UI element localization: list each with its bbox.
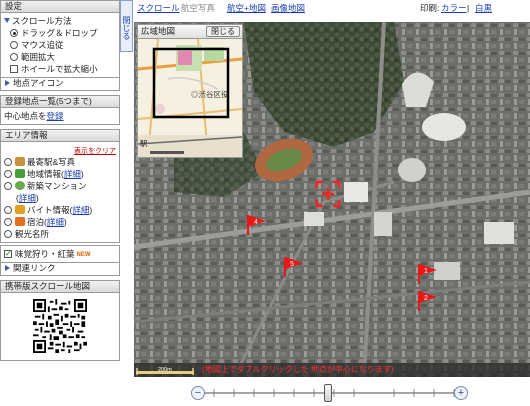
scroll-method-label: スクロール方法 <box>12 16 72 26</box>
mobile-map-header: 携帯版スクロール地図 <box>0 280 120 293</box>
map-marker-4[interactable]: 4 <box>246 213 268 237</box>
zoom-out-button[interactable]: − <box>191 386 205 400</box>
area-item-region[interactable]: 地域情報(詳細) <box>4 168 116 180</box>
registered-box: 中心地点を登録 <box>0 108 120 125</box>
radio-icon[interactable] <box>4 206 12 214</box>
image-map-mode-link[interactable]: 画像地図 <box>271 1 305 15</box>
detail-link[interactable]: 詳細 <box>47 217 64 227</box>
scale-bar-icon: 200m <box>136 367 194 375</box>
zoom-thumb[interactable] <box>324 384 332 402</box>
area-info-box: 表示をクリア 最寄駅&写真 地域情報(詳細) 新築マンション (詳細) バイト情… <box>0 142 120 243</box>
detail-link[interactable]: 詳細 <box>64 169 81 179</box>
map-marker-2[interactable]: 2 <box>417 289 439 313</box>
center-crosshair-icon <box>315 180 341 208</box>
detail-link[interactable]: 詳細 <box>19 193 36 203</box>
radio-icon[interactable] <box>10 29 18 37</box>
radio-icon[interactable] <box>4 182 12 190</box>
marker-number: 4 <box>254 219 258 226</box>
collapse-triangle-icon[interactable] <box>4 18 10 23</box>
region-icon <box>15 169 25 178</box>
new-badge: NEW <box>76 252 91 258</box>
radio-icon[interactable] <box>10 53 18 61</box>
zoom-bar: − + <box>134 380 530 406</box>
marker-number: 2 <box>424 295 428 302</box>
qr-code-icon <box>33 299 87 353</box>
radio-icon[interactable] <box>4 170 12 178</box>
related-links-section[interactable]: 関連リンク <box>0 263 120 276</box>
map-bottom-strip: 200m (地図上でダブルクリックした 地点が中心になります) <box>134 363 530 377</box>
marker-number: 5 <box>290 261 294 268</box>
scroll-option-drag[interactable]: ドラッグ＆ドロップ <box>4 27 116 39</box>
settings-box: スクロール方法 ドラッグ＆ドロップ マウス追従 範囲拡大 ホイールで拡大縮小 <box>0 13 120 78</box>
print-color-link[interactable]: カラー <box>441 1 467 15</box>
settings-header: 設定 <box>0 0 120 13</box>
overview-school-label: ◎渋谷区役 <box>191 89 229 99</box>
overview-map-window[interactable]: 広域地図 閉じる ◎渋谷区役 駅 <box>137 24 243 158</box>
autumn-box: 味覚狩り・紅葉NEW <box>0 245 120 263</box>
zoom-in-button[interactable]: + <box>454 386 468 400</box>
collapse-panel-tab[interactable]: 閉じる <box>120 0 133 52</box>
print-label: 印刷: <box>420 3 440 13</box>
scale-label: 200m <box>158 367 172 373</box>
registered-header: 登録地点一覧(5つまで) <box>0 95 120 108</box>
detail-link[interactable]: 詳細 <box>72 205 89 215</box>
train-icon <box>15 157 25 166</box>
overview-station-label: 駅 <box>140 139 148 148</box>
register-link[interactable]: 登録 <box>47 111 64 121</box>
radio-icon[interactable] <box>4 158 12 166</box>
clear-display-link[interactable]: 表示をクリア <box>74 148 116 155</box>
double-click-hint: (地図上でダブルクリックした 地点が中心になります) <box>202 365 394 374</box>
print-separator: | <box>467 3 470 13</box>
scroll-mode-link[interactable]: スクロール <box>137 1 180 15</box>
scroll-option-zoom[interactable]: 範囲拡大 <box>4 51 116 63</box>
expand-triangle-icon <box>5 265 10 271</box>
area-item-station[interactable]: 最寄駅&写真 <box>4 156 116 168</box>
autumn-option[interactable]: 味覚狩り・紅葉NEW <box>4 248 116 260</box>
map-marker-5[interactable]: 5 <box>283 255 305 279</box>
radio-icon[interactable] <box>4 230 12 238</box>
checkbox-icon[interactable] <box>4 248 12 260</box>
radio-icon[interactable] <box>10 41 18 49</box>
area-item-sightseeing[interactable]: 観光名所 <box>4 228 116 240</box>
checkbox-icon[interactable] <box>10 65 18 73</box>
aerial-mode-current: 航空写真 <box>181 3 216 13</box>
job-icon <box>15 205 25 214</box>
hotel-icon <box>15 217 25 226</box>
radio-icon[interactable] <box>4 218 12 226</box>
scroll-option-mouse[interactable]: マウス追従 <box>4 39 116 51</box>
area-info-header: エリア情報 <box>0 129 120 142</box>
overview-map[interactable]: ◎渋谷区役 駅 <box>137 38 243 158</box>
overview-close-button[interactable]: 閉じる <box>206 26 240 37</box>
mobile-map-box <box>0 293 120 361</box>
map-marker-1[interactable]: 1 <box>417 262 439 286</box>
area-item-hotel[interactable]: 宿泊(詳細) <box>4 216 116 228</box>
area-item-mansion[interactable]: 新築マンション <box>4 180 116 192</box>
area-item-job[interactable]: バイト情報(詳細) <box>4 204 116 216</box>
overview-title: 広域地図 <box>141 26 176 36</box>
expand-triangle-icon <box>5 80 10 86</box>
point-icon-section[interactable]: 地点アイコン <box>0 78 120 91</box>
wheel-zoom-option[interactable]: ホイールで拡大縮小 <box>4 63 116 75</box>
marker-number: 1 <box>424 268 428 275</box>
left-panel: 設定 スクロール方法 ドラッグ＆ドロップ マウス追従 範囲拡大 ホイールで拡大縮… <box>0 0 120 406</box>
aerial-map-mode-link[interactable]: 航空+地図 <box>227 1 266 15</box>
top-bar: スクロール 航空写真 航空+地図 画像地図 印刷: カラー | 白黒 <box>134 0 530 22</box>
print-monochrome-link[interactable]: 白黒 <box>475 1 492 15</box>
aerial-map[interactable]: 4 5 1 2 広域地図 閉じる ◎渋谷区役 駅 200m (地図上でダブルクリ… <box>134 22 530 377</box>
mansion-icon <box>15 181 25 190</box>
